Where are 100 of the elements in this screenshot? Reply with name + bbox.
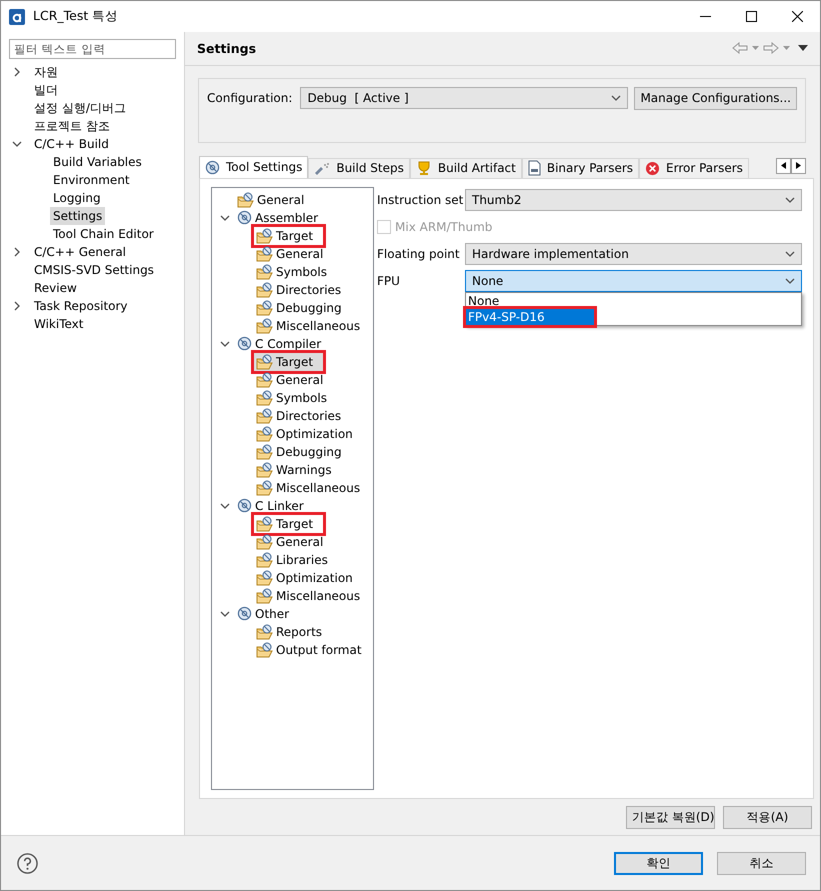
close-icon [792, 11, 802, 22]
folder-gear-icon [256, 228, 273, 244]
dialog-button[interactable]: 취소 [717, 852, 806, 874]
tree-item[interactable]: Warnings [254, 460, 334, 479]
nav-item[interactable]: 빌더 [31, 81, 61, 99]
tree-item[interactable]: General [254, 370, 326, 389]
nav-item[interactable]: Environment [50, 171, 133, 189]
folder-gear-icon [256, 642, 273, 658]
dropdown-option[interactable]: FPv4-SP-D16 [466, 308, 594, 325]
folder-gear-icon [256, 426, 273, 442]
dropdown[interactable]: None [465, 270, 802, 292]
scroll-left-button[interactable] [776, 158, 791, 174]
chevron-down-icon[interactable] [611, 92, 622, 103]
nav-item[interactable]: C/C++ General [31, 243, 130, 261]
gear-icon [237, 336, 252, 352]
folder-gear-icon [256, 318, 273, 334]
folder-gear-icon [256, 300, 273, 316]
gear-icon [205, 160, 220, 175]
nav-item[interactable]: WikiText [31, 315, 86, 333]
scroll-right-button[interactable] [791, 158, 806, 174]
nav-item[interactable]: Logging [50, 189, 104, 207]
chevron-down-icon[interactable] [220, 500, 230, 511]
nav-item[interactable]: 프로젝트 참조 [31, 117, 113, 135]
folder-gear-icon [256, 246, 273, 262]
folder-gear-icon [256, 372, 273, 388]
gear-icon [237, 498, 252, 514]
dropdown[interactable]: Hardware implementation [465, 242, 802, 265]
page-title: Settings [197, 40, 256, 56]
chevron-down-icon[interactable] [785, 276, 795, 286]
tree-item[interactable]: Symbols [254, 262, 329, 281]
field-label: Instruction set [377, 192, 464, 207]
nav-item[interactable]: Settings [50, 207, 106, 225]
window-title: LCR_Test 특성 [33, 8, 120, 25]
chevron-right-icon[interactable] [12, 301, 22, 311]
tree-item[interactable]: Directories [254, 406, 344, 425]
folder-gear-icon [256, 570, 273, 586]
help-icon[interactable] [17, 852, 38, 874]
nav-item[interactable]: Tool Chain Editor [50, 225, 157, 243]
highlighted-tree-item[interactable]: Target [254, 226, 324, 245]
tree-item[interactable]: Assembler [235, 208, 320, 227]
tree-item[interactable]: Miscellaneous [254, 316, 362, 335]
folder-gear-icon [256, 282, 273, 298]
nav-item[interactable]: CMSIS-SVD Settings [31, 261, 157, 279]
tree-item[interactable]: Directories [254, 280, 344, 299]
dropdown[interactable]: Thumb2 [465, 188, 802, 211]
highlighted-tree-item[interactable]: Target [254, 514, 324, 533]
tree-item[interactable]: Libraries [254, 550, 330, 569]
left-triangle-icon [781, 162, 786, 170]
tree-item[interactable]: Optimization [254, 424, 355, 443]
tree-item[interactable]: General [254, 532, 326, 551]
menu-caret-icon[interactable] [798, 45, 808, 52]
folder-gear-icon [256, 462, 273, 478]
tree-item[interactable]: General [235, 190, 306, 209]
tree-item[interactable]: Symbols [254, 388, 329, 407]
chevron-right-icon[interactable] [12, 247, 22, 257]
folder-gear-icon [256, 264, 273, 280]
folder-gear-icon [256, 354, 273, 370]
nav-item[interactable]: C/C++ Build [31, 135, 112, 153]
chevron-down-icon[interactable] [12, 139, 22, 149]
tree-item[interactable]: General [254, 244, 326, 263]
dialog-button[interactable]: 확인 [614, 852, 703, 874]
tab[interactable]: Error Parsers [639, 158, 749, 178]
dropdown-option[interactable]: None [466, 292, 801, 309]
nav-item[interactable]: 설정 실행/디버그 [31, 99, 129, 117]
tree-item[interactable]: Miscellaneous [254, 586, 362, 605]
chevron-down-icon[interactable] [220, 608, 230, 619]
tree-item[interactable]: C Linker [235, 496, 306, 515]
manage-configurations-button[interactable]: Manage Configurations... [634, 86, 797, 110]
tab[interactable]: Build Artifact [410, 158, 522, 178]
tree-item[interactable]: Reports [254, 622, 324, 641]
tree-item[interactable]: Debugging [254, 442, 344, 461]
nav-item[interactable]: Build Variables [50, 153, 145, 171]
chevron-down-icon[interactable] [220, 338, 230, 349]
nav-item[interactable]: 자원 [31, 63, 61, 81]
highlighted-tree-item[interactable]: Target [254, 352, 324, 371]
document-icon [528, 160, 541, 176]
folder-gear-icon [256, 624, 273, 640]
tree-item[interactable]: Output format [254, 640, 364, 659]
page-button[interactable]: 적용(A) [723, 806, 812, 830]
tree-item[interactable]: Debugging [254, 298, 344, 317]
tree-item[interactable]: Optimization [254, 568, 355, 587]
page-button[interactable]: 기본값 복원(D) [626, 806, 715, 830]
filter-field[interactable]: 필터 텍스트 입력 [9, 39, 176, 59]
tree-item[interactable]: Other [235, 604, 292, 623]
folder-gear-icon [256, 534, 273, 550]
chevron-down-icon[interactable] [220, 212, 230, 223]
right-triangle-icon [796, 162, 801, 170]
configuration-dropdown[interactable]: Debug [ Active ] [300, 86, 628, 109]
tab[interactable]: Binary Parsers [522, 158, 640, 178]
chevron-down-icon[interactable] [785, 248, 795, 259]
tab[interactable]: Tool Settings [199, 156, 308, 178]
folder-gear-icon [256, 480, 273, 496]
nav-item[interactable]: Task Repository [31, 297, 131, 315]
chevron-right-icon[interactable] [12, 67, 22, 77]
tree-item[interactable]: Miscellaneous [254, 478, 362, 497]
nav-item[interactable]: Review [31, 279, 80, 297]
chevron-down-icon[interactable] [785, 194, 795, 205]
tree-item[interactable]: C Compiler [235, 334, 324, 353]
tab[interactable]: Build Steps [308, 158, 410, 178]
folder-gear-icon [256, 588, 273, 604]
